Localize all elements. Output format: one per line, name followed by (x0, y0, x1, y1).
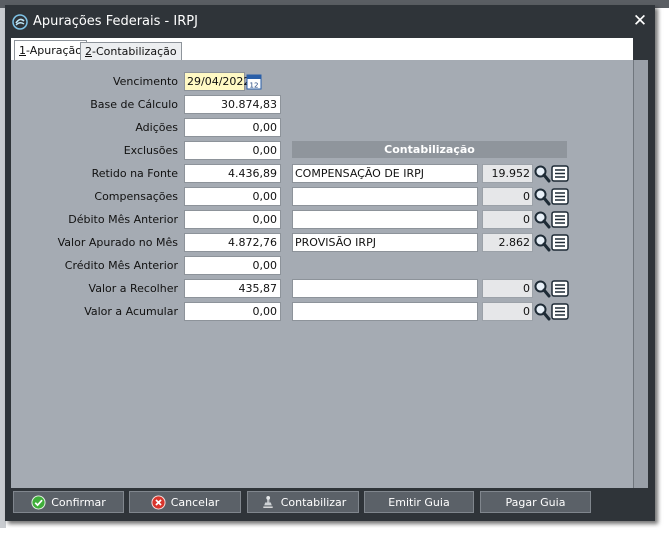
search-icon[interactable] (533, 164, 551, 183)
label-exclusoes: Exclusões (123, 144, 178, 157)
debito-mes-anterior-field[interactable]: 0,00 (184, 210, 281, 229)
label-vencimento: Vencimento (112, 75, 178, 88)
list-icon[interactable] (551, 233, 569, 252)
contabilizacao-description-field[interactable] (292, 279, 478, 298)
emitir-guia-label: Emitir Guia (388, 495, 450, 509)
compensacoes-field[interactable]: 0,00 (184, 187, 281, 206)
button-bar: Confirmar Cancelar Contabilizar Emitir G… (11, 488, 647, 521)
scrollbar-edge[interactable] (633, 60, 648, 488)
contabilizacao-description-field[interactable] (292, 187, 478, 206)
contabilizacao-code-field[interactable]: 0 (482, 210, 533, 229)
tab-contabilizacao[interactable]: 2-Contabilização (80, 42, 182, 60)
tab-strip: 1-Apuração 2-Contabilização (11, 38, 633, 61)
pagar-guia-label: Pagar Guia (505, 495, 566, 509)
contabilizacao-code-field[interactable]: 2.862 (482, 233, 533, 252)
app-logo-icon (12, 14, 28, 30)
contabilizacao-description-field[interactable]: PROVISÃO IRPJ (292, 233, 478, 252)
list-icon[interactable] (551, 187, 569, 206)
contabilizacao-description-field[interactable]: COMPENSAÇÃO DE IRPJ (292, 164, 478, 183)
retido-fonte-field[interactable]: 4.436,89 (184, 164, 281, 183)
emitir-guia-button[interactable]: Emitir Guia (364, 491, 474, 513)
label-retido-fonte: Retido na Fonte (91, 167, 178, 180)
contabilizacao-code-field[interactable]: 0 (482, 187, 533, 206)
adicoes-field[interactable]: 0,00 (184, 118, 281, 137)
label-valor-apurado: Valor Apurado no Mês (57, 236, 178, 249)
pagar-guia-button[interactable]: Pagar Guia (480, 491, 591, 513)
window-title: Apurações Federais - IRPJ (33, 14, 198, 29)
tab-hotkey: 2 (85, 45, 92, 58)
credito-mes-anterior-field[interactable]: 0,00 (184, 256, 281, 275)
tab-hotkey: 1 (19, 44, 26, 57)
search-icon[interactable] (533, 233, 551, 252)
contabilizacao-code-field[interactable]: 0 (482, 302, 533, 321)
list-icon[interactable] (551, 279, 569, 298)
cancel-circle-icon (151, 494, 166, 510)
list-icon[interactable] (551, 164, 569, 183)
stamp-icon (263, 495, 273, 508)
irpj-dialog: Apurações Federais - IRPJ ✕ 1-Apuração 2… (5, 5, 655, 521)
search-icon[interactable] (533, 187, 551, 206)
contabilizacao-code-field[interactable]: 19.952 (482, 164, 533, 183)
valor-acumular-field[interactable]: 0,00 (184, 302, 281, 321)
exclusoes-field[interactable]: 0,00 (184, 141, 281, 160)
cancel-button[interactable]: Cancelar (129, 491, 241, 513)
confirm-label: Confirmar (51, 495, 106, 509)
label-valor-acumular: Valor a Acumular (84, 305, 178, 318)
form-panel: Vencimento Base de Cálculo Adições Exclu… (11, 60, 633, 488)
label-adicoes: Adições (135, 121, 178, 134)
label-base-calculo: Base de Cálculo (90, 98, 178, 111)
calendar-icon[interactable]: 12 (246, 72, 262, 91)
contabilizacao-code-field[interactable]: 0 (482, 279, 533, 298)
label-debito-mes-anterior: Débito Mês Anterior (68, 213, 178, 226)
calendar-day: 12 (250, 82, 259, 90)
label-valor-recolher: Valor a Recolher (88, 282, 178, 295)
close-icon[interactable]: ✕ (631, 12, 649, 30)
contabilizacao-description-field[interactable] (292, 210, 478, 229)
label-credito-mes-anterior: Crédito Mês Anterior (64, 259, 178, 272)
base-calculo-field[interactable]: 30.874,83 (184, 95, 281, 114)
contabilizar-button[interactable]: Contabilizar (247, 491, 359, 513)
vencimento-date-field[interactable]: 29/04/2022 (184, 72, 250, 91)
valor-recolher-field[interactable]: 435,87 (184, 279, 281, 298)
valor-apurado-field[interactable]: 4.872,76 (184, 233, 281, 252)
confirm-button[interactable]: Confirmar (13, 491, 124, 513)
contabilizar-label: Contabilizar (280, 495, 347, 509)
contabilizacao-description-field[interactable] (292, 302, 478, 321)
label-compensacoes: Compensações (94, 190, 178, 203)
search-icon[interactable] (533, 302, 551, 321)
search-icon[interactable] (533, 279, 551, 298)
contabilizacao-header: Contabilização (292, 141, 567, 158)
check-circle-icon (31, 494, 46, 510)
list-icon[interactable] (551, 210, 569, 229)
cancel-label: Cancelar (170, 495, 220, 509)
tab-label: -Apuração (26, 44, 82, 57)
search-icon[interactable] (533, 210, 551, 229)
tab-apuracao[interactable]: 1-Apuração (14, 40, 87, 61)
list-icon[interactable] (551, 302, 569, 321)
tab-label: -Contabilização (92, 45, 177, 58)
title-bar[interactable]: Apurações Federais - IRPJ ✕ (5, 5, 655, 38)
